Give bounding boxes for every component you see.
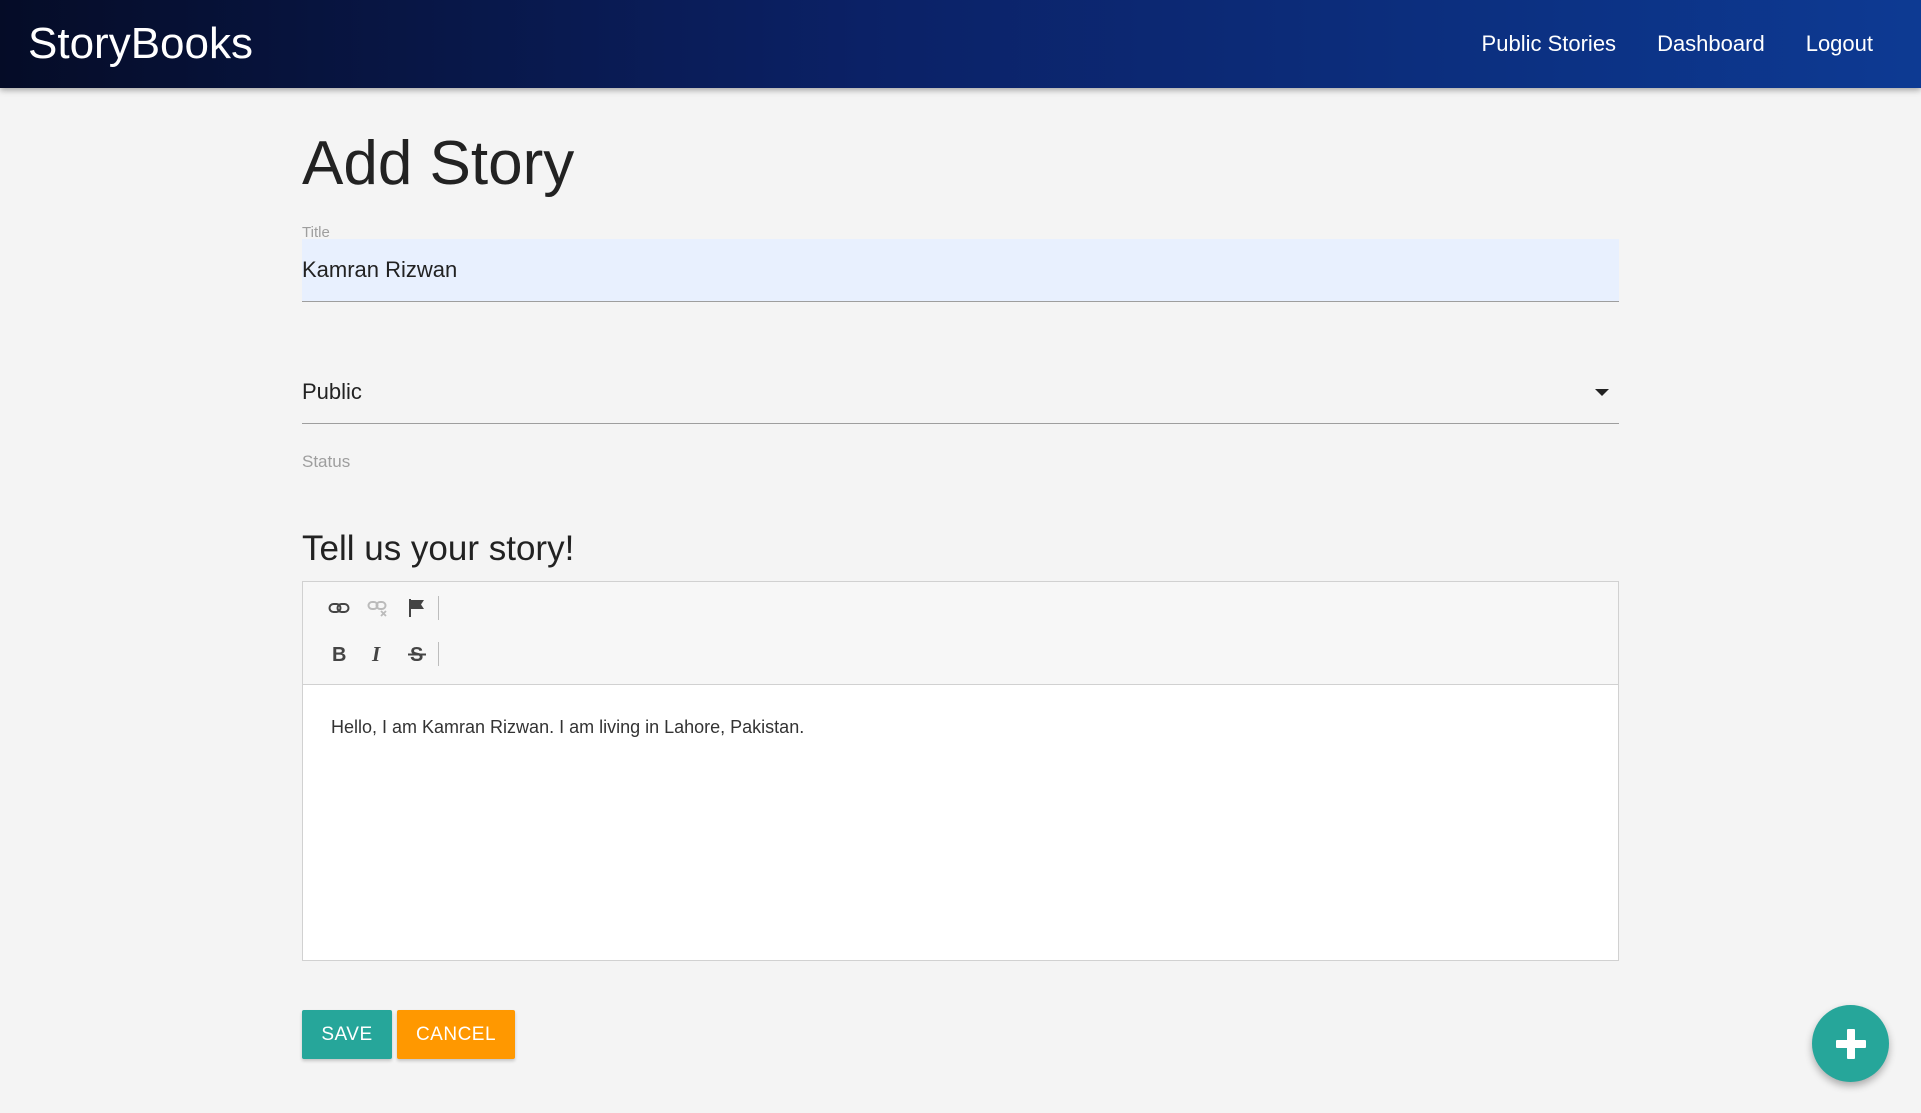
navbar: StoryBooks Public Stories Dashboard Logo… <box>0 0 1921 88</box>
svg-text:B: B <box>332 644 346 664</box>
toolbar-separator <box>438 596 439 620</box>
nav-link-dashboard[interactable]: Dashboard <box>1657 31 1765 57</box>
strikethrough-icon[interactable]: S <box>397 640 436 668</box>
editor-toolbar: B I S <box>303 582 1618 685</box>
editor-content[interactable]: Hello, I am Kamran Rizwan. I am living i… <box>303 685 1618 770</box>
flag-icon[interactable] <box>397 594 436 622</box>
story-editor: B I S Hello, I am Kamran Rizwan. I am li… <box>302 581 1619 961</box>
svg-text:I: I <box>371 644 381 664</box>
nav-link-public-stories[interactable]: Public Stories <box>1482 31 1617 57</box>
unlink-icon[interactable] <box>358 594 397 622</box>
editor-heading: Tell us your story! <box>302 529 575 568</box>
title-input[interactable] <box>302 239 1619 301</box>
status-select-value: Public <box>302 379 362 404</box>
toolbar-row: B I S <box>319 640 439 668</box>
nav-link-logout[interactable]: Logout <box>1806 31 1873 57</box>
brand-logo[interactable]: StoryBooks <box>28 18 253 70</box>
status-select[interactable]: Public <box>302 363 1619 424</box>
add-story-fab[interactable] <box>1812 1005 1889 1082</box>
bold-icon[interactable]: B <box>319 640 358 668</box>
cancel-button[interactable]: Cancel <box>397 1010 515 1059</box>
status-label: Status <box>302 452 351 471</box>
nav-links: Public Stories Dashboard Logout <box>1441 0 1873 88</box>
caret-down-icon <box>1595 389 1609 396</box>
title-field-wrapper <box>302 239 1619 302</box>
page-title: Add Story <box>302 129 575 198</box>
toolbar-row <box>319 594 439 622</box>
plus-icon <box>1835 1028 1866 1059</box>
italic-icon[interactable]: I <box>358 640 397 668</box>
link-icon[interactable] <box>319 594 358 622</box>
save-button[interactable]: Save <box>302 1010 392 1059</box>
toolbar-separator <box>438 642 439 666</box>
